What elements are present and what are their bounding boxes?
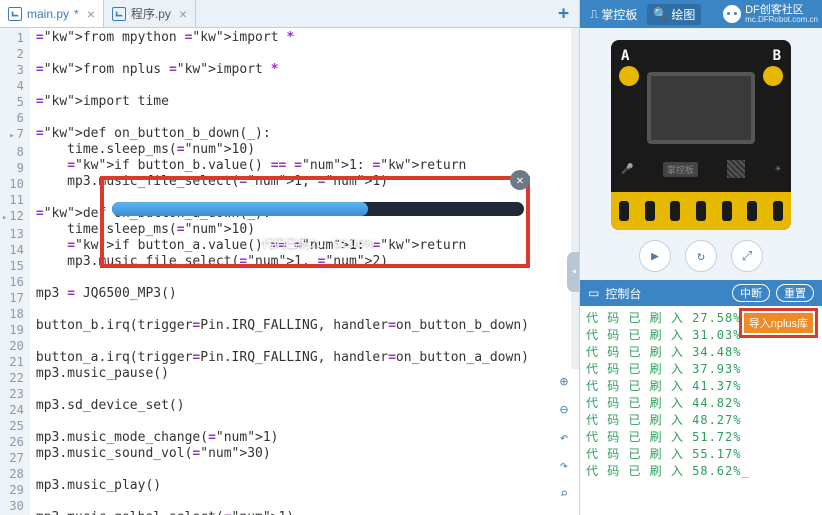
- console-line: 代 码 已 刷 入 37.93%: [586, 361, 816, 378]
- robot-icon: [723, 5, 741, 23]
- draw-button[interactable]: 🔍 绘图: [647, 4, 701, 25]
- code-editor[interactable]: 1234567891011121314151617181920212223242…: [0, 28, 579, 515]
- light-icon: ☀: [775, 164, 781, 175]
- search-icon: 🔍: [653, 7, 668, 21]
- console-line: 代 码 已 刷 入 51.72%: [586, 429, 816, 446]
- console-line: 代 码 已 刷 入 41.37%: [586, 378, 816, 395]
- device-pane: ⎍ 掌控板 🔍 绘图 DF创客社区 mc.DFRobot.com.cn A B: [580, 0, 822, 515]
- redo-icon[interactable]: ↷: [553, 455, 575, 477]
- editor-pane: main.py * × 程序.py × + 123456789101112131…: [0, 0, 580, 515]
- console-title: 控制台: [605, 285, 641, 302]
- add-tab-button[interactable]: +: [548, 3, 579, 24]
- board-pins: [611, 192, 791, 230]
- line-gutter: 1234567891011121314151617181920212223242…: [0, 28, 30, 515]
- console-line: 代 码 已 刷 入 58.62%_: [586, 463, 816, 480]
- undo-icon[interactable]: ↶: [553, 427, 575, 449]
- progress-fill: [112, 202, 368, 216]
- tab-bar: main.py * × 程序.py × +: [0, 0, 579, 28]
- reset-button[interactable]: ↻: [685, 240, 717, 272]
- tab-main-py[interactable]: main.py * ×: [0, 0, 104, 27]
- editor-tools: ⊕ ⊖ ↶ ↷ ⌕: [553, 371, 575, 505]
- close-icon[interactable]: ×: [179, 6, 187, 22]
- board-chip-label: 掌控板: [663, 162, 698, 177]
- board-graphic: A B 🎤 掌控板 ☀: [611, 40, 791, 230]
- reset-console-button[interactable]: 重置: [776, 284, 814, 302]
- brand-text: DF创客社区 mc.DFRobot.com.cn: [745, 5, 818, 24]
- panel-collapse-handle[interactable]: ◂: [567, 252, 579, 292]
- board-label: 掌控板: [601, 6, 637, 23]
- play-button[interactable]: ▶: [639, 240, 671, 272]
- board-preview-area: A B 🎤 掌控板 ☀ ▶ ↻ ⤢: [580, 28, 822, 280]
- code-area[interactable]: ="kw">from mpython ="kw">import * ="kw">…: [30, 28, 579, 515]
- close-progress-button[interactable]: ✕: [510, 170, 530, 190]
- tab-label: 程序.py: [131, 5, 171, 22]
- board-mid-row: 🎤 掌控板 ☀: [621, 156, 781, 182]
- zoom-out-icon[interactable]: ⊖: [553, 399, 575, 421]
- console-line: 代 码 已 刷 入 34.48%: [586, 344, 816, 361]
- import-nplus-button[interactable]: 导入nplus库: [744, 313, 813, 333]
- progress-bar: [112, 202, 524, 216]
- interrupt-button[interactable]: 中断: [732, 284, 770, 302]
- search-icon[interactable]: ⌕: [553, 483, 575, 505]
- board-icon: ⎍: [590, 7, 598, 22]
- board-select-button[interactable]: ⎍ 掌控板: [584, 4, 643, 25]
- console-header: ▭ 控制台 中断 重置: [580, 280, 822, 306]
- progress-text: 代码已刷入：62.06%: [262, 234, 375, 251]
- close-icon[interactable]: ×: [87, 6, 95, 22]
- console-body: 代 码 已 刷 入 27.58%代 码 已 刷 入 31.03%代 码 已 刷 …: [580, 306, 822, 515]
- console-line: 代 码 已 刷 入 44.82%: [586, 395, 816, 412]
- import-highlight-box: 导入nplus库: [739, 308, 818, 338]
- expand-button[interactable]: ⤢: [731, 240, 763, 272]
- board-screen: [647, 72, 755, 144]
- tab-dirty: *: [74, 7, 79, 21]
- label-b: B: [773, 48, 781, 64]
- console-icon: ▭: [588, 286, 599, 300]
- label-a: A: [621, 48, 629, 64]
- control-row: ▶ ↻ ⤢: [639, 240, 763, 272]
- brand-logo: DF创客社区 mc.DFRobot.com.cn: [723, 5, 818, 24]
- brand-name: DF创客社区: [745, 4, 804, 16]
- progress-dialog: ✕ 代码已刷入：62.06%: [112, 184, 524, 251]
- tab-label: main.py: [27, 7, 69, 21]
- button-b-graphic: [763, 66, 783, 86]
- console-line: 代 码 已 刷 入 48.27%: [586, 412, 816, 429]
- file-icon: [8, 7, 22, 21]
- draw-label: 绘图: [671, 6, 695, 23]
- tab-program-py[interactable]: 程序.py ×: [104, 0, 196, 27]
- button-a-graphic: [619, 66, 639, 86]
- console-line: 代 码 已 刷 入 55.17%: [586, 446, 816, 463]
- mic-icon: 🎤: [621, 164, 633, 175]
- brand-url: mc.DFRobot.com.cn: [745, 16, 818, 24]
- device-toolbar: ⎍ 掌控板 🔍 绘图 DF创客社区 mc.DFRobot.com.cn: [580, 0, 822, 28]
- file-icon: [112, 7, 126, 21]
- zoom-in-icon[interactable]: ⊕: [553, 371, 575, 393]
- qr-icon: [727, 160, 745, 178]
